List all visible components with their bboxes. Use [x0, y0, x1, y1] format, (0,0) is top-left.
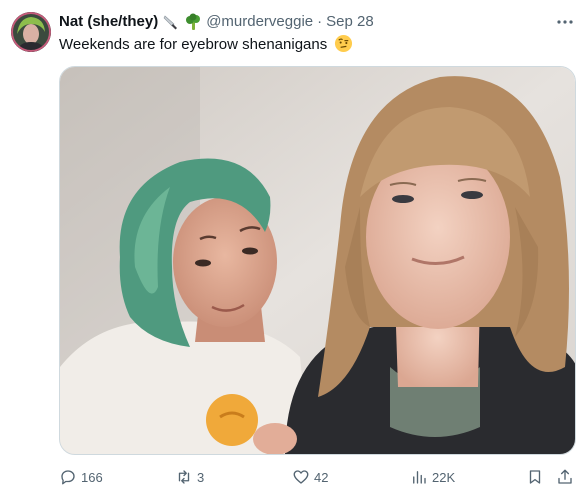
selfie-photo	[60, 67, 575, 454]
broccoli-emoji	[184, 13, 202, 31]
tweet-photo[interactable]	[59, 66, 576, 455]
share-icon	[558, 469, 572, 484]
retweet-button[interactable]: 3	[175, 466, 204, 488]
face-with-raised-eyebrow-emoji	[334, 34, 353, 53]
bookmark-button[interactable]	[526, 466, 544, 488]
reply-count: 166	[81, 469, 103, 485]
bookmark-icon	[529, 470, 541, 484]
tweet-header: Nat (she/they) @murderveggie · Sep 28	[59, 12, 374, 32]
retweet-icon	[178, 470, 190, 484]
views-chart-icon	[413, 471, 426, 484]
tweet-text: Weekends are for eyebrow shenanigans	[59, 34, 353, 55]
views-button[interactable]: 22K	[410, 466, 455, 488]
avatar-image	[11, 12, 51, 52]
display-name[interactable]: Nat (she/they)	[59, 12, 158, 32]
tweet-text-content: Weekends are for eyebrow shenanigans	[59, 36, 328, 53]
timestamp[interactable]: Sep 28	[326, 12, 374, 32]
reply-button[interactable]: 166	[59, 466, 103, 488]
handle[interactable]: @murderveggie	[206, 12, 313, 32]
like-count: 42	[314, 469, 329, 485]
avatar[interactable]	[11, 12, 51, 52]
like-button[interactable]: 42	[292, 466, 328, 488]
more-options-button[interactable]	[555, 12, 575, 32]
more-icon	[557, 20, 573, 24]
knife-emoji	[162, 13, 180, 31]
view-count: 22K	[432, 469, 456, 485]
action-bar: 166 3 42 22K	[59, 466, 576, 488]
share-button[interactable]	[556, 466, 574, 488]
heart-icon	[293, 470, 309, 484]
reply-icon	[61, 470, 75, 485]
retweet-count: 3	[197, 469, 205, 485]
separator-dot: ·	[317, 13, 323, 30]
